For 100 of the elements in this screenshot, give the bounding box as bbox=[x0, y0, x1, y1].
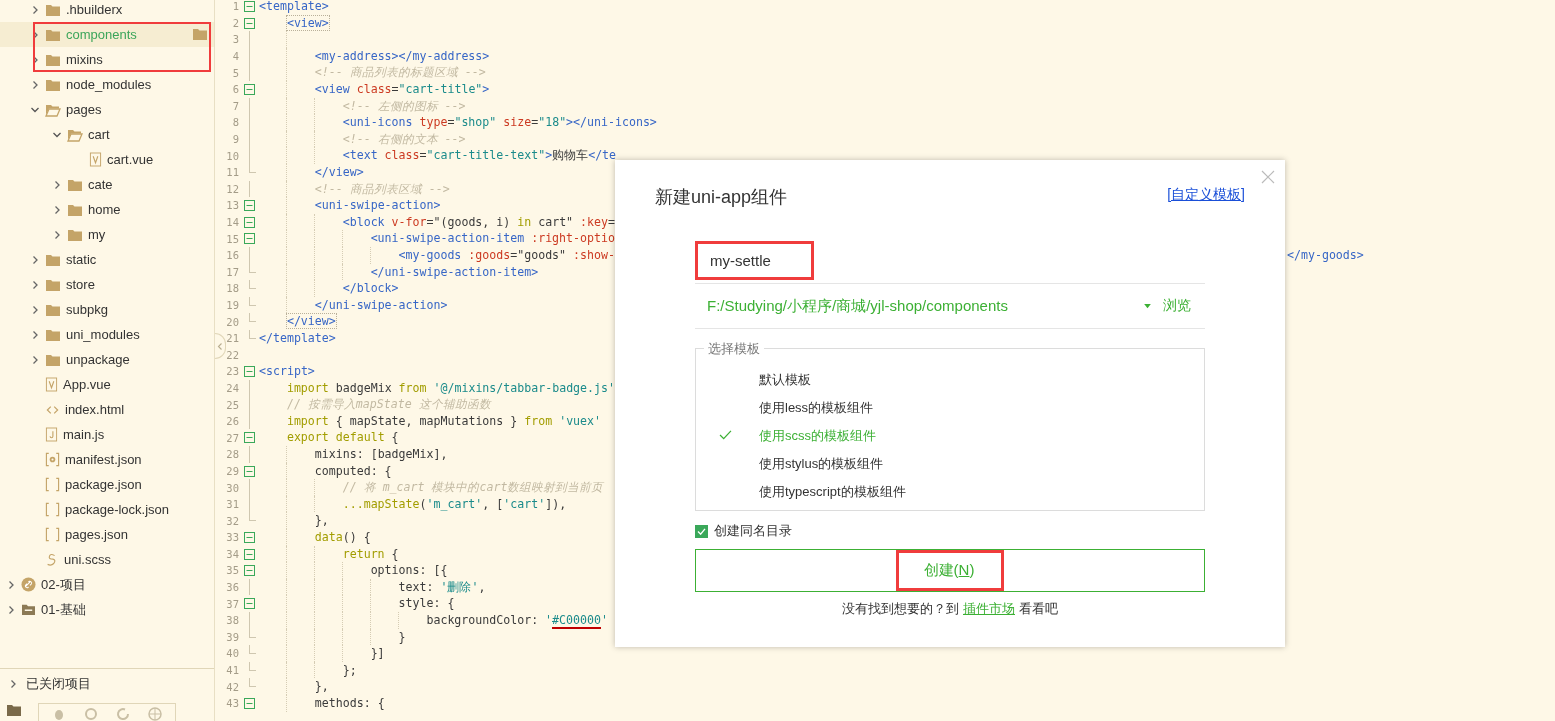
tree-item[interactable]: my bbox=[0, 222, 214, 247]
chevron-right-icon[interactable] bbox=[30, 79, 40, 90]
code-line: // 按需导入mapState 这个辅助函数 bbox=[286, 396, 491, 413]
refresh-icon[interactable] bbox=[115, 706, 131, 721]
line-number: 22 bbox=[225, 348, 239, 361]
fold-icon[interactable] bbox=[244, 233, 255, 245]
chevron-right-icon[interactable] bbox=[52, 229, 62, 240]
code-line: mixins: [badgeMix], bbox=[314, 446, 448, 463]
code-line: import badgeMix from '@/mixins/tabbar-badge.js' bbox=[286, 379, 615, 397]
chevron-right-icon[interactable] bbox=[30, 4, 40, 15]
chevron-right-icon[interactable] bbox=[30, 279, 40, 290]
code-line: import { mapState, mapMutations } from 'vuex' bbox=[286, 412, 602, 430]
tree-item[interactable]: store bbox=[0, 272, 214, 297]
tree-item[interactable]: static bbox=[0, 247, 214, 272]
line-number: 14 bbox=[225, 216, 239, 228]
fold-icon[interactable] bbox=[244, 200, 255, 212]
tree-item[interactable]: uni_modules bbox=[0, 322, 214, 347]
template-option[interactable]: 使用stylus的模板组件 bbox=[696, 450, 1204, 478]
chevron-right-icon[interactable] bbox=[30, 254, 40, 265]
template-option[interactable]: 使用typescript的模板组件 bbox=[696, 478, 1204, 506]
code-line: <template> bbox=[259, 0, 329, 15]
tree-item[interactable]: subpkg bbox=[0, 297, 214, 322]
tree-item[interactable]: pages.json bbox=[0, 522, 214, 547]
tree-item[interactable]: 已关闭项目 bbox=[0, 668, 214, 699]
code-line: }] bbox=[370, 645, 385, 662]
collapse-button[interactable] bbox=[215, 333, 226, 359]
line-number: 38 bbox=[225, 614, 239, 627]
code-line: <!-- 左侧的图标 --> bbox=[342, 97, 466, 115]
fold-icon[interactable] bbox=[244, 83, 255, 95]
fold-icon[interactable] bbox=[244, 465, 255, 477]
tree-item[interactable]: package-lock.json bbox=[0, 497, 214, 522]
fold-icon[interactable] bbox=[244, 17, 255, 29]
fold-icon[interactable] bbox=[244, 598, 255, 610]
chevron-right-icon[interactable] bbox=[52, 179, 62, 190]
line-number: 37 bbox=[225, 597, 239, 610]
folder-icon[interactable] bbox=[192, 27, 208, 41]
tree-item[interactable]: unpackage bbox=[0, 347, 214, 372]
tree-item[interactable]: 01-基础 bbox=[0, 597, 214, 622]
folder-icon[interactable] bbox=[6, 703, 22, 717]
tree-item[interactable]: cart.vue bbox=[0, 147, 214, 172]
line-number: 32 bbox=[225, 514, 239, 527]
chevron-right-icon[interactable] bbox=[30, 354, 40, 365]
fold-icon[interactable] bbox=[244, 697, 255, 709]
tree-item[interactable]: App.vue bbox=[0, 372, 214, 397]
code-line: <script> bbox=[259, 363, 315, 380]
template-option[interactable]: 使用less的模板组件 bbox=[696, 394, 1204, 422]
line-number: 29 bbox=[225, 464, 239, 477]
code-line: <!-- 商品列表的标题区域 --> bbox=[314, 64, 486, 81]
fold-icon[interactable] bbox=[244, 366, 255, 378]
tree-item[interactable]: main.js bbox=[0, 422, 214, 447]
tree-item[interactable]: package.json bbox=[0, 472, 214, 497]
tree-item[interactable]: manifest.json bbox=[0, 447, 214, 472]
tree-item[interactable]: pages bbox=[0, 97, 214, 122]
globe-icon[interactable] bbox=[147, 706, 163, 721]
chevron-right-icon[interactable] bbox=[6, 579, 16, 590]
checkbox[interactable] bbox=[695, 524, 708, 538]
template-option[interactable]: 默认模板 bbox=[696, 366, 1204, 394]
chevron-right-icon[interactable] bbox=[6, 604, 16, 615]
code-line: <view class="cart-title"> bbox=[314, 80, 490, 98]
folder-icon bbox=[45, 52, 61, 67]
chevron-right-icon[interactable] bbox=[52, 204, 62, 215]
folder-icon bbox=[67, 227, 83, 242]
tree-item[interactable]: .hbuilderx bbox=[0, 0, 214, 22]
folder-icon bbox=[45, 352, 61, 367]
chevron-right-icon[interactable] bbox=[30, 329, 40, 340]
open-folder-icon bbox=[67, 127, 83, 142]
folder-icon bbox=[67, 202, 83, 217]
tree-item[interactable]: home bbox=[0, 197, 214, 222]
fold-icon[interactable] bbox=[244, 216, 255, 228]
code-line: text: '删除', bbox=[398, 578, 486, 596]
tree-item[interactable]: cart bbox=[0, 122, 214, 147]
close-icon[interactable] bbox=[1261, 170, 1275, 184]
code-line: backgroundColor: '#C00000' bbox=[426, 611, 608, 629]
code-line: return { bbox=[342, 545, 399, 563]
j-file-icon bbox=[45, 427, 58, 442]
tree-item[interactable]: index.html bbox=[0, 397, 214, 422]
fold-icon[interactable] bbox=[244, 1, 255, 12]
chevron-right-icon[interactable] bbox=[30, 304, 40, 315]
custom-template-link[interactable]: [自定义模板] bbox=[1167, 186, 1245, 204]
folder-icon bbox=[45, 302, 61, 317]
fold-icon[interactable] bbox=[244, 565, 255, 577]
line-number: 33 bbox=[225, 531, 239, 544]
tree-item[interactable]: uni.scss bbox=[0, 547, 214, 572]
fold-icon[interactable] bbox=[244, 432, 255, 444]
code-line: <uni-swipe-action> bbox=[314, 197, 441, 214]
line-number: 31 bbox=[225, 498, 239, 511]
line-number: 16 bbox=[225, 249, 239, 262]
tree-item[interactable]: node_modules bbox=[0, 72, 214, 97]
code-line: }, bbox=[314, 512, 329, 529]
line-number: 13 bbox=[225, 199, 239, 212]
code-line: <!-- 商品列表区域 --> bbox=[314, 180, 450, 198]
tree-item[interactable]: cate bbox=[0, 172, 214, 197]
fold-icon[interactable] bbox=[244, 532, 255, 543]
code-line: methods: { bbox=[314, 694, 385, 712]
line-number: 26 bbox=[225, 415, 239, 428]
chevron-right-icon[interactable] bbox=[8, 679, 18, 689]
line-number: 11 bbox=[225, 166, 239, 179]
tree-item[interactable]: 02-项目 bbox=[0, 572, 214, 597]
name-field[interactable]: my-settle bbox=[695, 241, 1205, 284]
fold-icon[interactable] bbox=[244, 548, 255, 560]
